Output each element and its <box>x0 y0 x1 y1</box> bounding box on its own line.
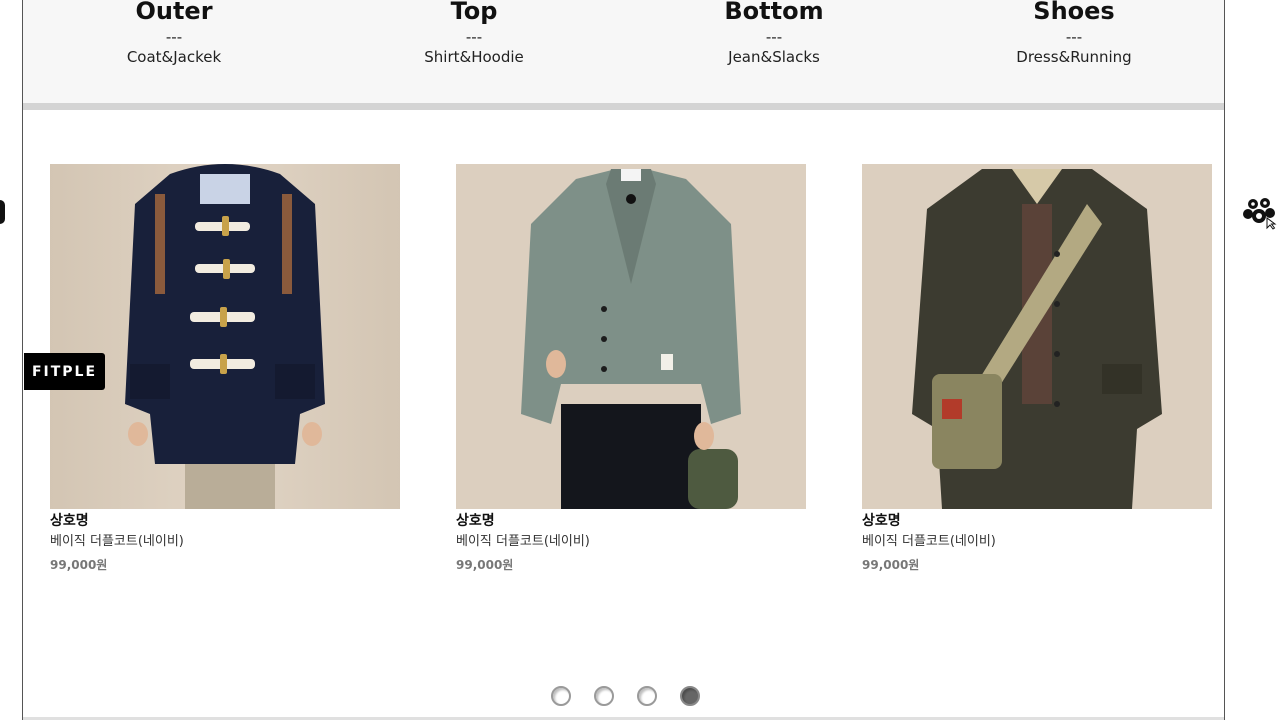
category-shoes[interactable]: Shoes --- Dress&Running <box>954 0 1194 68</box>
category-dash: --- <box>165 28 183 46</box>
page-frame: Outer --- Coat&Jackek Top --- Shirt&Hood… <box>22 0 1225 720</box>
category-subtitle: Shirt&Hoodie <box>424 48 524 66</box>
carousel-pager <box>551 686 700 706</box>
product-name[interactable]: 베이직 더플코트(네이비) <box>862 531 1212 553</box>
category-bar: Outer --- Coat&Jackek Top --- Shirt&Hood… <box>23 0 1224 110</box>
pager-dot-4-active[interactable] <box>680 686 700 706</box>
product-name[interactable]: 베이직 더플코트(네이비) <box>50 531 400 553</box>
category-outer[interactable]: Outer --- Coat&Jackek <box>54 0 294 68</box>
edge-handle-icon[interactable] <box>0 200 5 224</box>
product-card[interactable]: 상호명 베이직 더플코트(네이비) 99,000원 <box>456 164 806 577</box>
product-photo[interactable] <box>50 164 400 509</box>
category-dash: --- <box>765 28 783 46</box>
product-price: 99,000원 <box>456 558 514 572</box>
category-subtitle: Jean&Slacks <box>728 48 820 66</box>
category-title: Top <box>450 0 498 25</box>
product-shop-name: 상호명 <box>50 513 89 529</box>
category-top[interactable]: Top --- Shirt&Hoodie <box>354 0 594 68</box>
pager-dot-3[interactable] <box>637 686 657 706</box>
category-title: Outer <box>135 0 213 25</box>
product-photo[interactable] <box>456 164 806 509</box>
product-shop-name: 상호명 <box>862 513 901 529</box>
product-price: 99,000원 <box>50 558 108 572</box>
category-title: Shoes <box>1033 0 1115 25</box>
product-name[interactable]: 베이직 더플코트(네이비) <box>456 531 806 553</box>
category-subtitle: Dress&Running <box>1016 48 1132 66</box>
pager-dot-1[interactable] <box>551 686 571 706</box>
fitple-badge[interactable]: FITPLE <box>24 353 105 390</box>
product-card[interactable]: 상호명 베이직 더플코트(네이비) 99,000원 <box>862 164 1212 577</box>
product-price: 99,000원 <box>862 558 920 572</box>
paw-icon[interactable] <box>1243 196 1277 230</box>
category-title: Bottom <box>724 0 824 25</box>
category-dash: --- <box>1065 28 1083 46</box>
category-bottom[interactable]: Bottom --- Jean&Slacks <box>654 0 894 68</box>
category-subtitle: Coat&Jackek <box>126 48 222 66</box>
product-photo[interactable] <box>862 164 1212 509</box>
category-dash: --- <box>465 28 483 46</box>
pager-dot-2[interactable] <box>594 686 614 706</box>
product-shop-name: 상호명 <box>456 513 495 529</box>
